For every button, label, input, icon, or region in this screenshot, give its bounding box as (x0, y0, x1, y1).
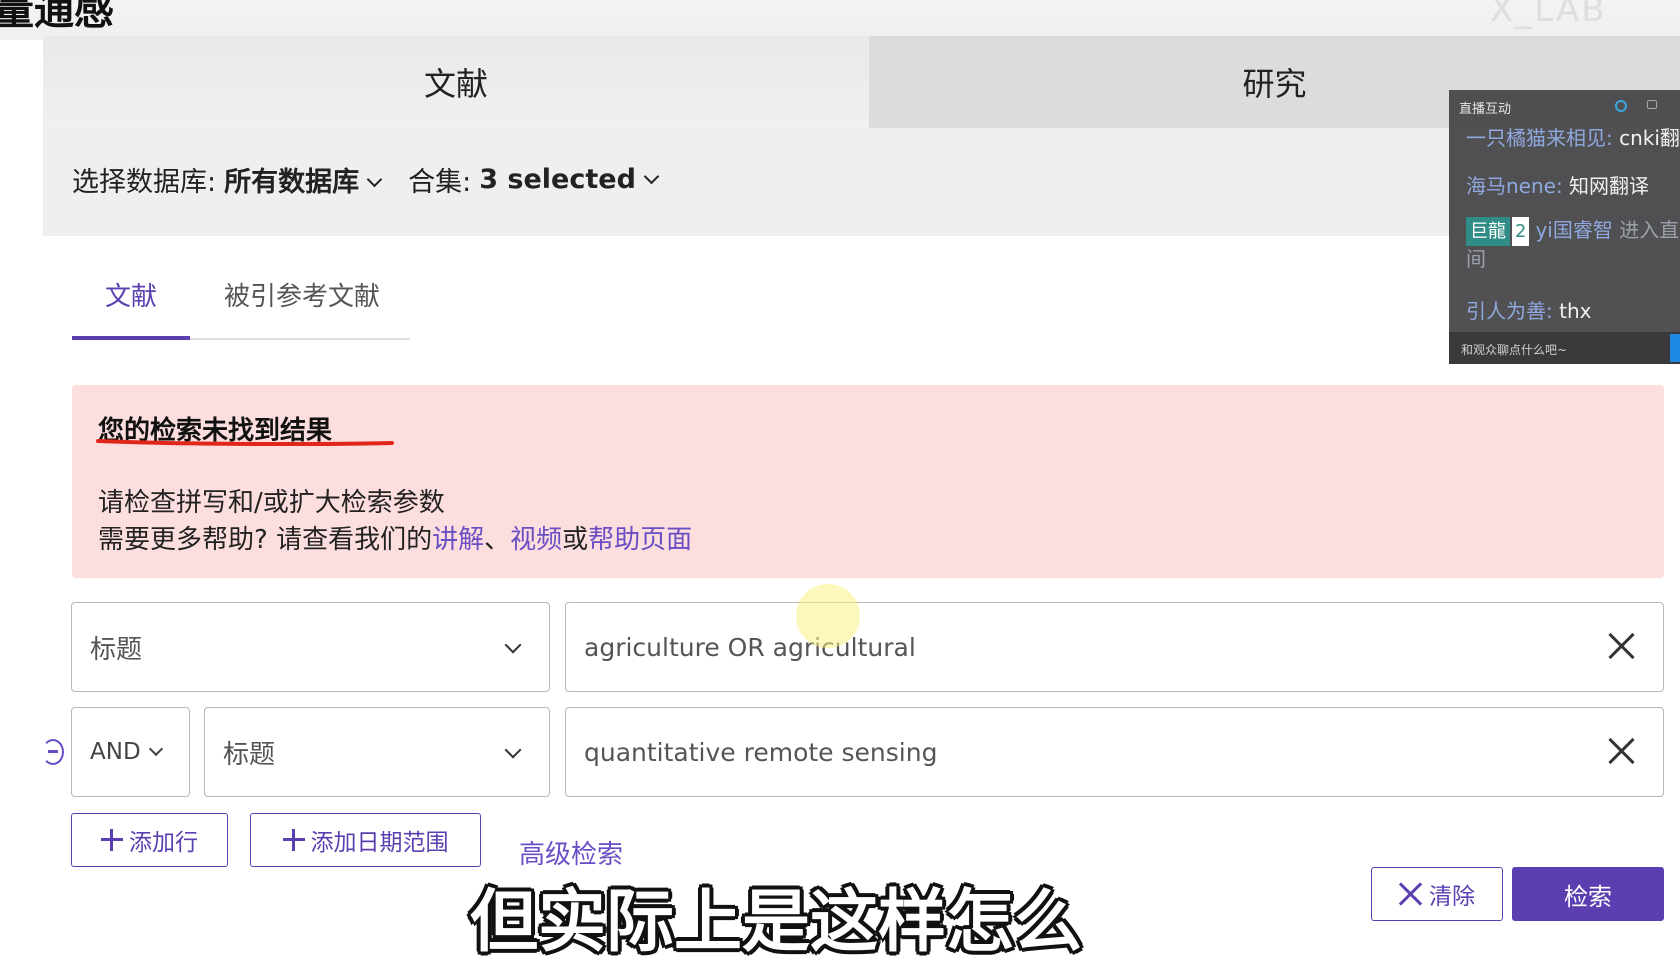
subtab-cited-references[interactable]: 被引参考文献 (224, 276, 380, 313)
video-link[interactable]: 视频 (510, 525, 562, 555)
collection-label: 合集: (408, 167, 472, 198)
watermark: X_LAB (1490, 0, 1607, 30)
lock-icon[interactable] (1647, 100, 1657, 109)
tab-research-label: 研究 (1242, 65, 1307, 103)
clear-button[interactable]: 清除 (1371, 867, 1503, 921)
add-date-range-label: 添加日期范围 (310, 830, 449, 856)
boolean-operator-select[interactable]: AND (71, 707, 190, 797)
annotation-underline (96, 439, 394, 446)
tutorial-link[interactable]: 讲解 (432, 525, 484, 555)
operator-value: AND (90, 739, 141, 765)
remove-row-icon[interactable] (42, 739, 64, 765)
chevron-down-icon (366, 171, 383, 188)
field-select-value: 标题 (90, 634, 143, 665)
collection-value: 3 selected (479, 164, 636, 195)
close-icon[interactable] (1607, 736, 1637, 766)
subtab-documents[interactable]: 文献 (105, 276, 157, 313)
plus-icon (101, 829, 123, 851)
tab-literature-label: 文献 (423, 65, 488, 103)
page-title: 量通感 (0, 0, 114, 34)
chevron-down-icon (148, 741, 163, 757)
search-query-2: quantitative remote sensing (584, 737, 938, 767)
top-header-strip (0, 0, 1680, 40)
alert-help-line: 需要更多帮助? 请查看我们的讲解、视频或帮助页面 (98, 519, 692, 556)
fan-badge: 巨龍 (1466, 217, 1510, 246)
refresh-icon[interactable] (1615, 100, 1627, 112)
add-row-button[interactable]: 添加行 (71, 813, 228, 867)
search-label: 检索 (1564, 882, 1612, 911)
separator: 、 (484, 525, 511, 555)
database-dropdown[interactable]: 所有数据库 (224, 160, 383, 199)
live-chat-panel: 直播互动 一只橘猫来相见: cnki翻 海马nene: 知网翻译 巨龍 2 yi国睿… (1449, 90, 1680, 364)
alert-help-prefix: 需要更多帮助? 请查看我们的 (98, 525, 433, 555)
cursor-highlight (796, 584, 860, 648)
search-input-1[interactable]: agriculture OR agricultural (565, 602, 1664, 692)
conjunction: 或 (562, 525, 589, 555)
chevron-down-icon (504, 741, 522, 759)
database-selector-row: 选择数据库: 所有数据库 合集: 3 selected (72, 160, 660, 199)
database-value: 所有数据库 (224, 167, 360, 198)
chat-message: 海马nene: 知网翻译 (1466, 170, 1649, 199)
collection-dropdown[interactable]: 3 selected (479, 164, 660, 195)
video-subtitle: 但实际上是这样怎么 (470, 883, 1083, 962)
chat-message: 巨龍 2 yi国睿智 进入直间 (1466, 217, 1680, 273)
plus-icon (282, 829, 305, 851)
field-select-1[interactable]: 标题 (71, 602, 550, 692)
chat-send-button[interactable] (1670, 334, 1680, 362)
database-label: 选择数据库: (72, 167, 217, 198)
chat-text: thx (1552, 299, 1592, 323)
subtab-active-indicator (72, 336, 190, 340)
search-input-2[interactable]: quantitative remote sensing (565, 707, 1664, 797)
chat-text: 知网翻译 (1562, 174, 1650, 198)
tab-literature[interactable]: 文献 (43, 36, 869, 128)
search-button[interactable]: 检索 (1512, 867, 1664, 921)
alert-message: 请检查拼写和/或扩大检索参数 (98, 488, 445, 518)
chevron-down-icon (643, 168, 660, 185)
chevron-down-icon (504, 636, 522, 654)
field-select-value: 标题 (223, 739, 276, 770)
close-icon[interactable] (1607, 631, 1637, 661)
fan-level: 2 (1512, 217, 1530, 246)
clear-label: 清除 (1429, 884, 1475, 910)
field-select-2[interactable]: 标题 (204, 707, 550, 797)
add-date-range-button[interactable]: 添加日期范围 (250, 813, 481, 867)
chat-username: 一只橘猫来相见: (1466, 126, 1613, 150)
chat-username: 海马nene: (1466, 174, 1563, 198)
chat-input-placeholder: 和观众聊点什么吧~ (1461, 343, 1568, 357)
chat-message: 引人为善: thx (1466, 295, 1591, 324)
chat-text: cnki翻 (1612, 126, 1680, 150)
add-row-label: 添加行 (129, 830, 198, 856)
close-icon (1399, 882, 1423, 906)
chat-username: 引人为善: (1466, 299, 1553, 323)
chat-header: 直播互动 (1459, 102, 1512, 117)
chat-username: yi国睿智 (1535, 218, 1613, 242)
search-query-1: agriculture OR agricultural (584, 632, 916, 662)
chat-message: 一只橘猫来相见: cnki翻 (1466, 122, 1680, 151)
help-page-link[interactable]: 帮助页面 (588, 525, 692, 555)
